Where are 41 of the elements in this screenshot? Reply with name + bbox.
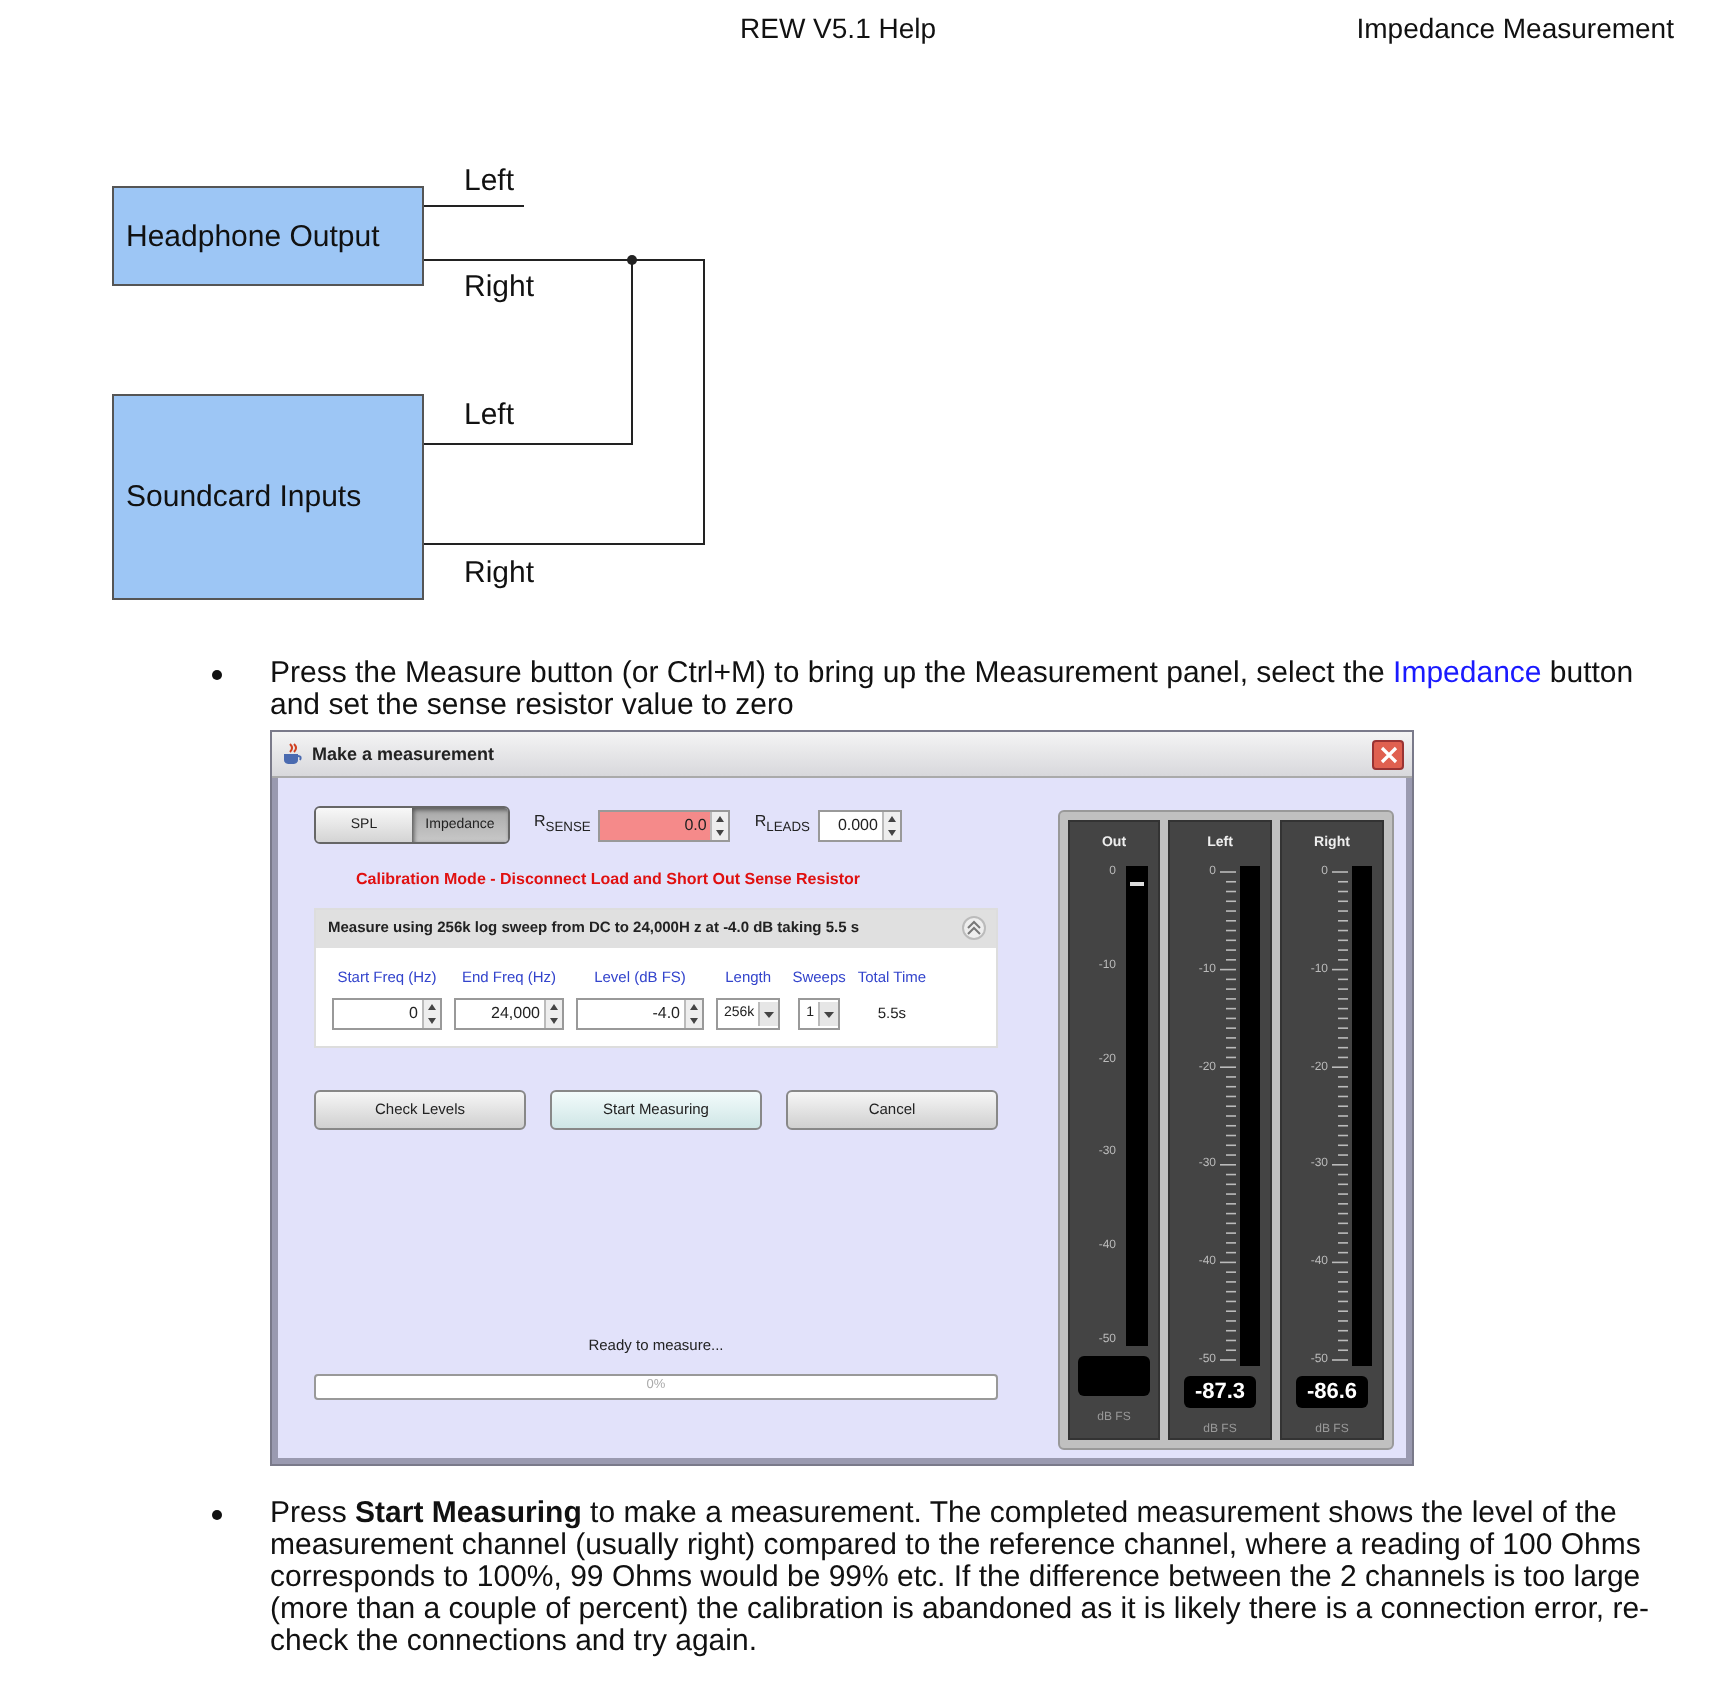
spinner-arrows-icon[interactable] <box>881 811 900 840</box>
channel-label: Right <box>464 556 535 590</box>
channel-label: Left <box>464 398 515 432</box>
step-text: Press the Measure button (or Ctrl+M) to bring up the Measurement panel, select the Impedance button and set the sense resistor value to zero <box>270 658 1636 722</box>
scale-ticks-icon <box>1332 866 1348 1366</box>
channel-label: Right <box>464 270 535 304</box>
resistor-field[interactable]: 0.000 <box>817 809 902 842</box>
meter-reading: -86.6 <box>1306 1378 1358 1408</box>
collapse-button[interactable] <box>962 916 986 941</box>
impedance-link[interactable]: Impedance <box>1393 656 1542 690</box>
resistor-field[interactable]: 0.0 <box>598 809 731 842</box>
wire-line <box>423 205 525 207</box>
spinner-arrows-icon[interactable] <box>684 999 702 1028</box>
document-title: REW V5.1 Help <box>740 12 937 44</box>
scale-ticks-icon <box>1220 866 1236 1366</box>
output-block: Headphone Output <box>112 186 424 286</box>
channel-label: Left <box>464 164 515 198</box>
close-button[interactable] <box>1372 739 1404 769</box>
input-block: Soundcard Inputs <box>112 394 424 600</box>
caret-icon <box>817 1001 838 1026</box>
input-field[interactable]: 0 <box>332 997 442 1030</box>
reading-display <box>1078 1356 1150 1396</box>
bullet-icon <box>212 1510 222 1520</box>
input-field[interactable]: -4.0 <box>576 997 704 1030</box>
step-text: Press Start Measuring to make a measurement. The completed measurement shows the level of the measurement channel (usually right) compared to the reference channel, where a reading of 100 Ohms corresponds to 100%, 99 Ohms would be 99% etc. If the difference between the 2 channels is too large (more than a couple of percent) the calibration is abandoned as it is likely there is a connection error, re-check the connections and try again. <box>270 1498 1652 1658</box>
chevron-icon <box>966 920 982 937</box>
section-title: Impedance Measurement <box>1356 12 1674 44</box>
dialog-title: Make a measurement <box>312 742 495 768</box>
resistor-label: R$_{LEADS}$ <box>754 810 810 840</box>
cup-icon <box>280 742 304 766</box>
spinner-arrows-icon[interactable] <box>710 811 729 840</box>
spinner-arrows-icon[interactable] <box>544 999 562 1028</box>
caret-icon <box>758 1001 779 1026</box>
junction-dot <box>627 255 637 265</box>
spinner-arrows-icon[interactable] <box>422 999 440 1028</box>
input-field[interactable]: 24,000 <box>454 997 564 1030</box>
resistor-label: R$_{SENSE}$ <box>534 810 591 840</box>
close-icon <box>1379 745 1397 763</box>
bullet-icon <box>212 670 222 680</box>
meter-reading: -87.3 <box>1194 1378 1246 1408</box>
warning-text: Calibration Mode - Disconnect Load and Short Out Sense Resistor <box>356 867 863 892</box>
